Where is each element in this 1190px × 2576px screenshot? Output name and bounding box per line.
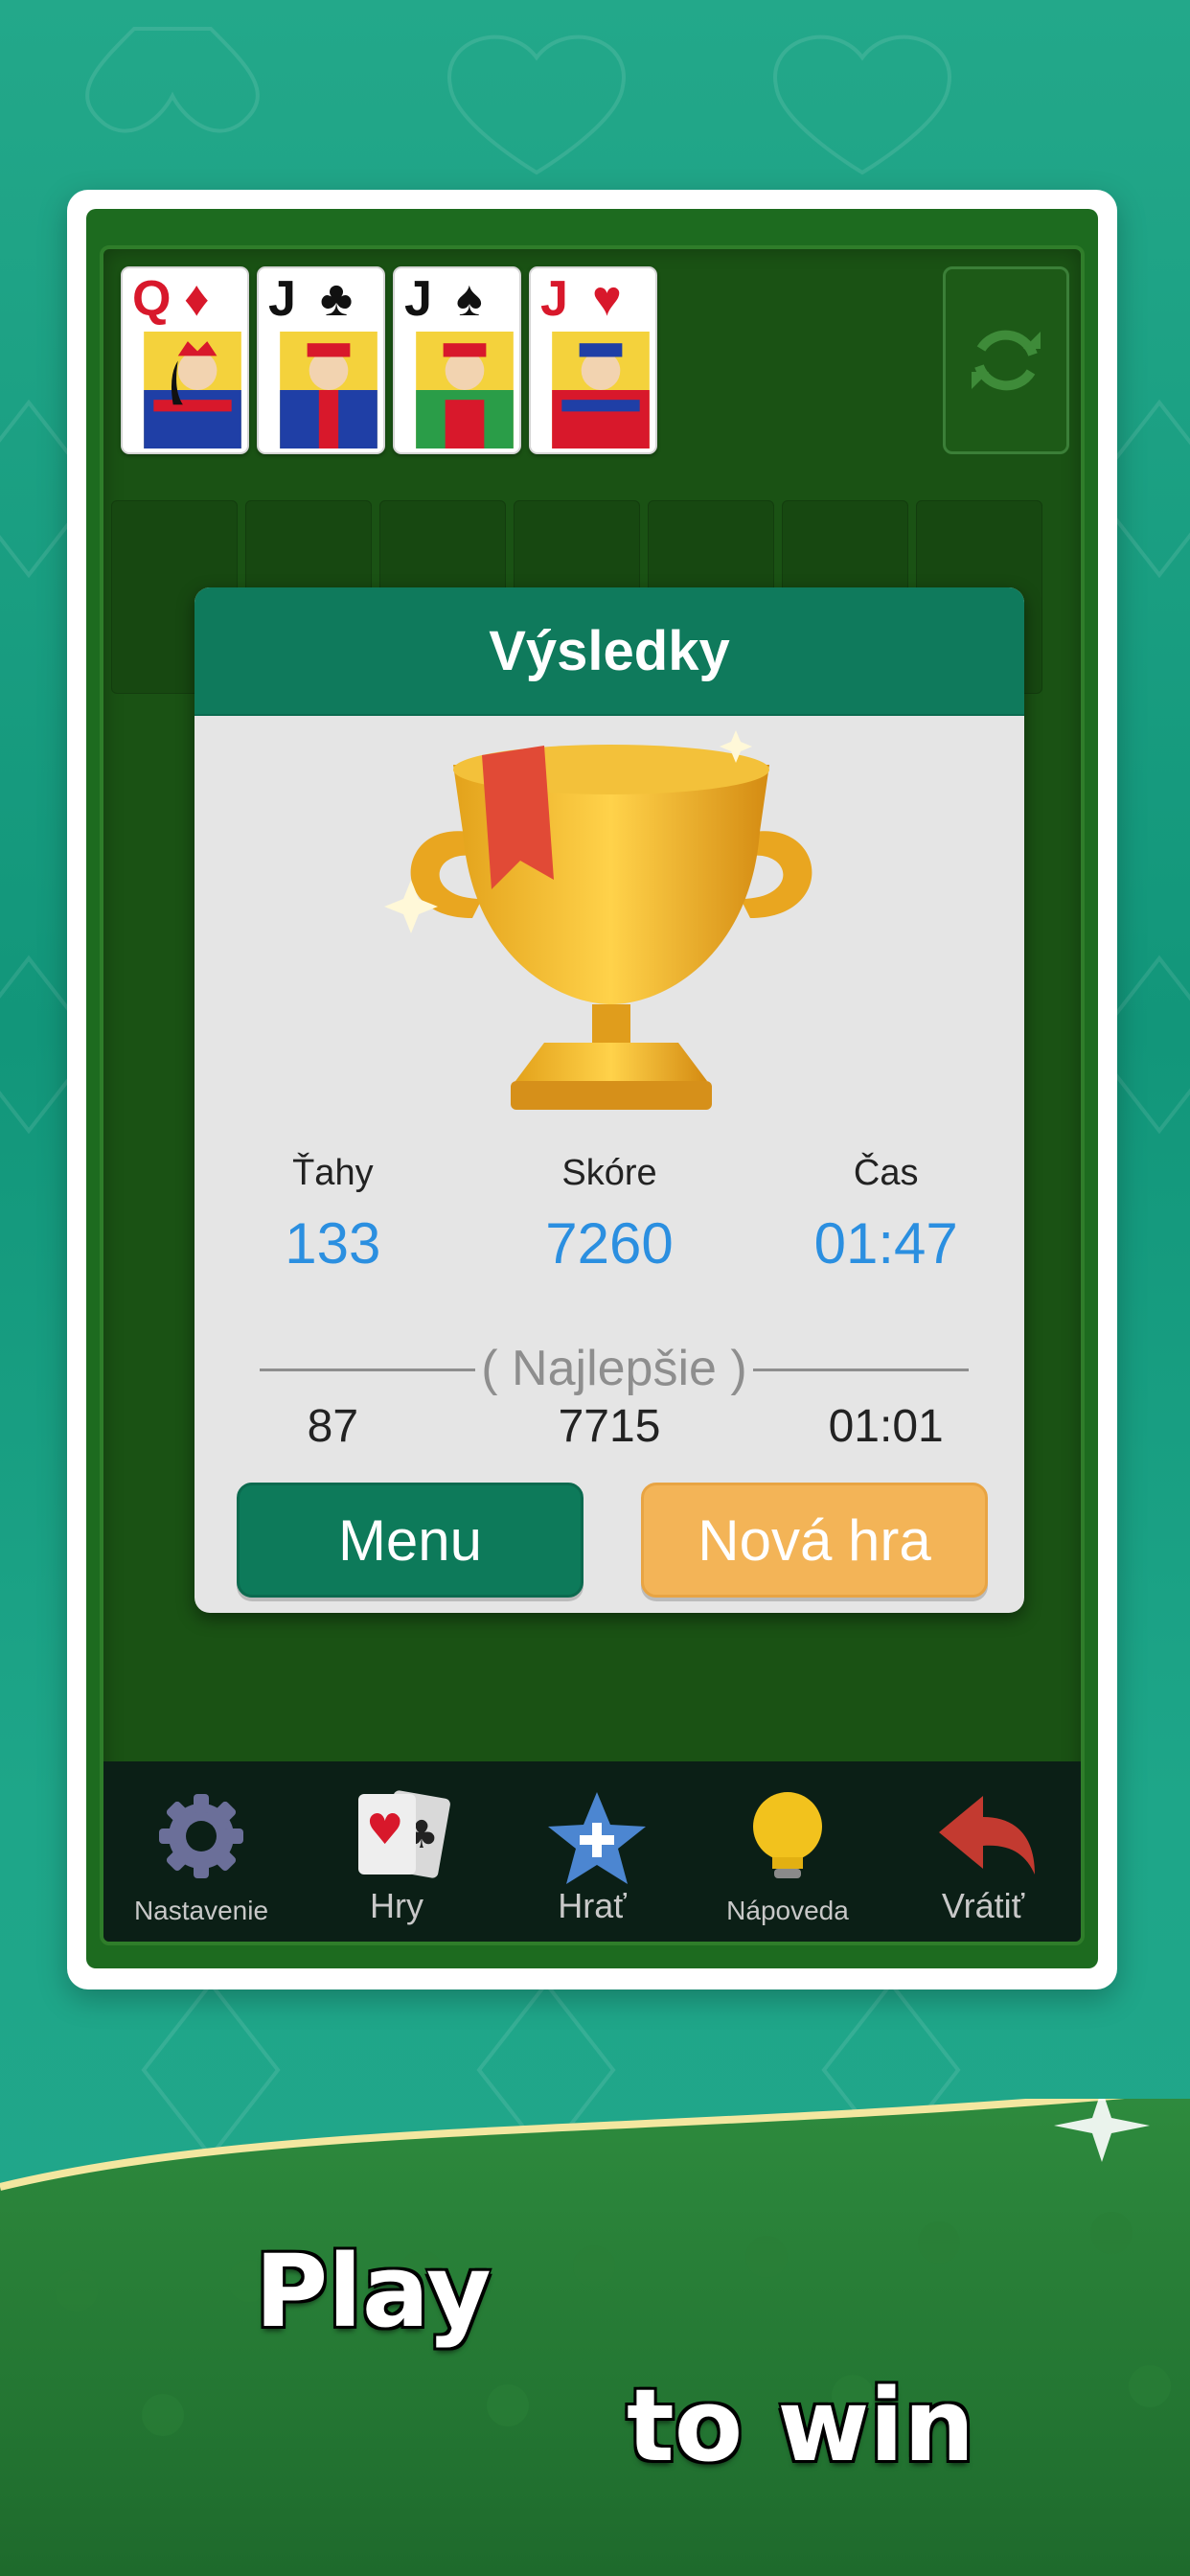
undo-arrow-icon	[939, 1796, 1035, 1874]
menu-button[interactable]: Menu	[237, 1483, 584, 1598]
toolbar-hint[interactable]: Nápoveda	[701, 1761, 874, 1942]
card-suit: ♣	[320, 271, 354, 327]
best-time-value: 01:01	[828, 1401, 944, 1452]
toolbar-games[interactable]: ♣ ♥ Hry	[310, 1761, 483, 1942]
toolbar-undo[interactable]: Vrátiť	[897, 1761, 1069, 1942]
toolbar-play-label: Hrať	[558, 1886, 627, 1925]
toolbar-undo-label: Vrátiť	[941, 1886, 1025, 1925]
refresh-icon	[972, 330, 1041, 391]
card-rank: Q	[132, 271, 172, 327]
new-game-button[interactable]: Nová hra	[641, 1483, 988, 1598]
score-label: Skóre	[561, 1153, 657, 1193]
time-value: 01:47	[813, 1211, 958, 1276]
foundation-card-queen-diamonds[interactable]: Q ♦	[121, 266, 249, 454]
banner-line-1: Play	[255, 2233, 492, 2350]
card-rank: J	[540, 271, 568, 327]
jack-face-icon	[552, 332, 650, 448]
queen-face-icon	[144, 332, 241, 448]
bottom-toolbar: Nastavenie ♣ ♥ Hry Hrať Nápoveda Vrátiť	[103, 1761, 1081, 1942]
cards-icon: ♣ ♥	[358, 1790, 450, 1878]
toolbar-settings[interactable]: Nastavenie	[115, 1761, 287, 1942]
best-values-row: 87 7715 01:01	[195, 1400, 1024, 1453]
stats-labels-row: Ťahy Skóre Čas	[195, 1153, 1024, 1194]
toolbar-games-label: Hry	[370, 1886, 423, 1925]
card-rank: J	[404, 271, 432, 327]
best-divider: ( Najlepšie )	[260, 1340, 969, 1397]
foundation-card-jack-spades[interactable]: J ♠	[393, 266, 521, 454]
foundation-piles: Q ♦ J ♣ J ♠ J ♥	[121, 266, 657, 454]
redeal-button[interactable]	[943, 266, 1069, 454]
results-dialog: Výsledky Ťahy Skóre Čas 133 7260 01:47 (…	[195, 587, 1024, 1613]
jack-face-icon	[416, 332, 514, 448]
gear-icon	[159, 1794, 243, 1878]
dialog-title: Výsledky	[489, 619, 730, 682]
jack-face-icon	[280, 332, 378, 448]
foundation-card-jack-clubs[interactable]: J ♣	[257, 266, 385, 454]
card-suit: ♥	[592, 271, 622, 327]
banner-line-2: to win	[627, 2367, 975, 2484]
dialog-header: Výsledky	[195, 587, 1024, 716]
svg-text:♥: ♥	[366, 1806, 403, 1854]
time-label: Čas	[853, 1153, 919, 1193]
toolbar-hint-label: Nápoveda	[726, 1896, 849, 1925]
toolbar-settings-label: Nastavenie	[133, 1896, 269, 1925]
star-plus-icon	[548, 1792, 646, 1884]
best-score-value: 7715	[558, 1401, 661, 1452]
score-value: 7260	[545, 1211, 674, 1276]
moves-label: Ťahy	[292, 1153, 374, 1193]
foundation-card-jack-hearts[interactable]: J ♥	[529, 266, 657, 454]
card-rank: J	[268, 271, 296, 327]
lightbulb-icon	[753, 1792, 822, 1878]
best-moves-value: 87	[307, 1401, 359, 1452]
trophy-icon	[384, 730, 812, 1110]
best-label: ( Najlepšie )	[481, 1341, 747, 1396]
card-suit: ♠	[456, 271, 483, 327]
moves-value: 133	[285, 1211, 381, 1276]
stats-values-row: 133 7260 01:47	[195, 1210, 1024, 1276]
phone-frame: Q ♦ J ♣ J ♠ J ♥ Výsledky Ťahy Skóre Čas …	[67, 190, 1117, 1990]
card-suit: ♦	[184, 271, 210, 327]
toolbar-play[interactable]: Hrať	[506, 1761, 678, 1942]
game-table: Q ♦ J ♣ J ♠ J ♥ Výsledky Ťahy Skóre Čas …	[100, 245, 1085, 1945]
promo-banner	[0, 2099, 1190, 2576]
game-screen: Q ♦ J ♣ J ♠ J ♥ Výsledky Ťahy Skóre Čas …	[86, 209, 1098, 1968]
